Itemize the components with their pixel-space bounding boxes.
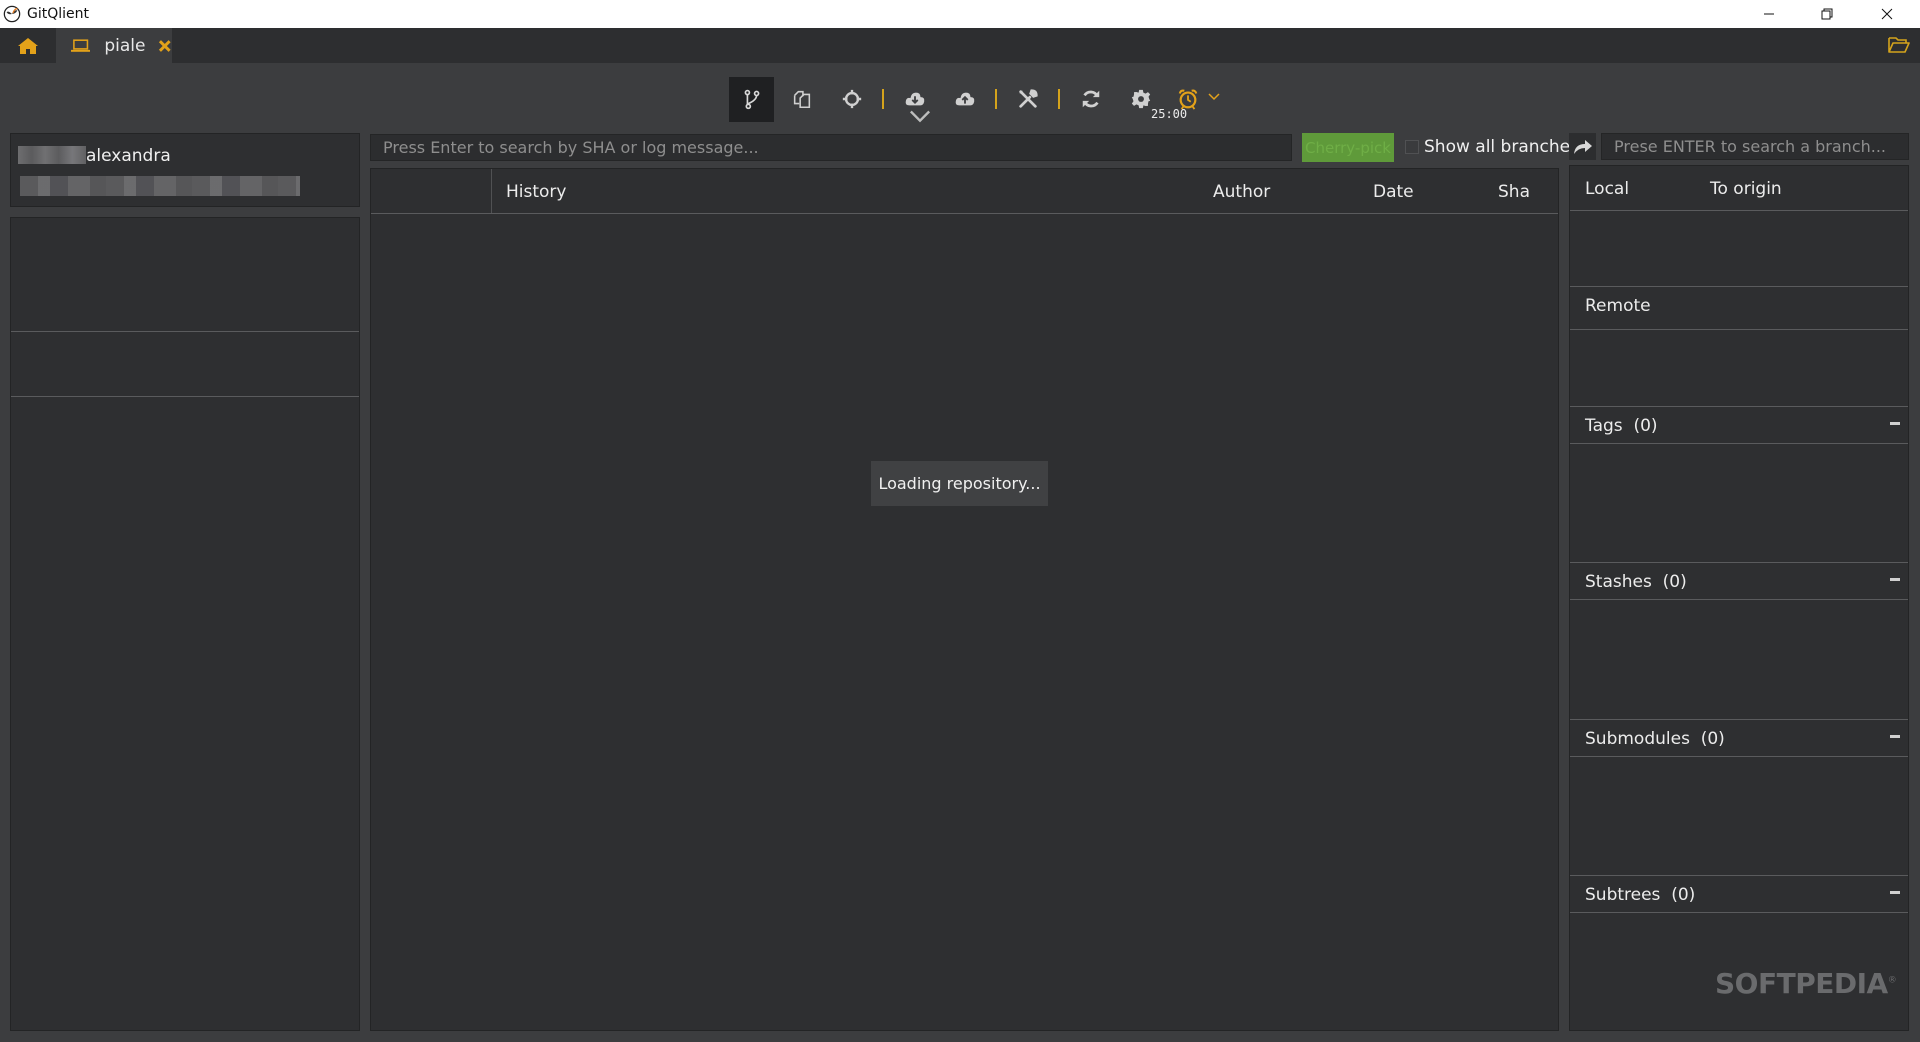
pomodoro-menu-chevron-icon[interactable] <box>1208 93 1220 101</box>
show-all-branches-label[interactable]: Show all branches <box>1424 137 1579 157</box>
section-divider <box>1570 912 1908 913</box>
subtrees-count: (0) <box>1671 884 1696 905</box>
section-divider <box>1570 443 1908 444</box>
close-icon <box>1881 8 1893 20</box>
submodules-count: (0) <box>1700 728 1725 749</box>
tab-bar: piale <box>0 28 1920 63</box>
remote-label: Remote <box>1585 295 1651 316</box>
collapse-tags-icon[interactable] <box>1890 422 1900 425</box>
branch-search-input[interactable] <box>1601 133 1909 160</box>
user-name: alexandra <box>86 146 171 166</box>
to-origin-header[interactable]: To origin <box>1710 179 1782 199</box>
history-table-header: History Author Date Sha <box>371 169 1558 213</box>
column-separator[interactable] <box>491 169 492 213</box>
watermark-registered-mark: ® <box>1887 975 1897 986</box>
close-button[interactable] <box>1858 0 1916 28</box>
chevron-down-icon[interactable] <box>909 106 931 128</box>
user-info-panel: alexandra <box>10 133 360 207</box>
go-to-head-button[interactable] <box>829 77 874 122</box>
home-icon <box>17 37 38 54</box>
collapse-stashes-icon[interactable] <box>1890 578 1900 581</box>
submodules-section-header[interactable]: Submodules (0) <box>1570 720 1908 757</box>
app-logo-icon <box>3 5 21 23</box>
section-divider <box>1570 599 1908 600</box>
gear-icon <box>1131 89 1150 109</box>
title-bar: GitQlient <box>0 0 1920 28</box>
collapse-subtrees-icon[interactable] <box>1890 891 1900 894</box>
minimize-button[interactable] <box>1740 0 1798 28</box>
collapse-submodules-icon[interactable] <box>1890 735 1900 738</box>
share-arrow-icon <box>1573 139 1592 154</box>
header-divider <box>371 213 1558 214</box>
history-search-input[interactable] <box>370 134 1292 161</box>
git-tools-button[interactable] <box>1005 77 1050 122</box>
stashes-section-header[interactable]: Stashes (0) <box>1570 563 1908 600</box>
pull-button[interactable] <box>892 77 937 122</box>
branch-jump-button[interactable] <box>1569 133 1596 160</box>
branches-view-button[interactable] <box>729 76 774 122</box>
tags-count: (0) <box>1633 415 1658 436</box>
section-divider <box>1570 756 1908 757</box>
minimize-icon <box>1764 13 1774 15</box>
subtrees-section-header[interactable]: Subtrees (0) <box>1570 876 1908 913</box>
section-divider <box>1570 329 1908 330</box>
git-branch-icon <box>744 89 759 110</box>
section-divider <box>11 396 359 397</box>
toolbar-separator <box>882 89 884 109</box>
diff-view-button[interactable] <box>779 77 824 122</box>
push-button[interactable] <box>942 77 987 122</box>
toolbar-separator <box>995 89 997 109</box>
cloud-upload-icon <box>955 92 974 106</box>
home-tab[interactable] <box>0 28 55 63</box>
maximize-button[interactable] <box>1798 0 1856 28</box>
obscured-user-prefix <box>18 146 86 164</box>
copy-files-icon <box>793 90 810 109</box>
subtrees-label: Subtrees <box>1585 884 1661 905</box>
tags-section-header[interactable]: Tags (0) <box>1570 407 1908 444</box>
stashes-count: (0) <box>1662 571 1687 592</box>
loading-message: Loading repository... <box>871 461 1048 506</box>
watermark-text: SOFTPEDIA <box>1715 967 1888 1000</box>
crosshair-icon <box>842 89 861 109</box>
close-tab-icon[interactable] <box>158 39 172 53</box>
toolbar-separator <box>1058 89 1060 109</box>
column-history[interactable]: History <box>506 182 566 202</box>
section-divider <box>11 331 359 332</box>
section-divider <box>1570 210 1908 211</box>
history-table: History Author Date Sha <box>370 168 1559 1031</box>
pomodoro-timer: 25:00 <box>1151 107 1188 121</box>
tools-icon <box>1018 89 1038 108</box>
softpedia-watermark: SOFTPEDIA® <box>1715 967 1897 1000</box>
tags-label: Tags <box>1585 415 1623 436</box>
stashes-label: Stashes <box>1585 571 1652 592</box>
cherry-pick-button[interactable]: Cherry-pick <box>1302 133 1394 162</box>
column-date[interactable]: Date <box>1373 182 1414 202</box>
remote-branches-header[interactable]: Remote <box>1570 287 1908 324</box>
column-sha[interactable]: Sha <box>1498 182 1530 202</box>
commit-info-panel <box>10 217 360 1031</box>
tab-label: piale <box>104 35 146 56</box>
local-branches-header[interactable]: Local <box>1585 179 1629 199</box>
main-toolbar <box>729 76 1220 122</box>
obscured-user-email <box>20 176 300 196</box>
show-all-branches-checkbox[interactable] <box>1405 140 1419 154</box>
folder-open-icon[interactable] <box>1888 35 1910 55</box>
laptop-icon <box>71 38 91 52</box>
refresh-icon <box>1082 90 1099 108</box>
branches-panel: Local To origin Remote Tags (0) Stashes … <box>1569 165 1909 1031</box>
app-title: GitQlient <box>27 6 90 22</box>
column-author[interactable]: Author <box>1213 182 1270 202</box>
tab-repo[interactable]: piale <box>56 28 172 63</box>
restore-icon <box>1821 8 1833 20</box>
refresh-button[interactable] <box>1068 77 1113 122</box>
submodules-label: Submodules <box>1585 728 1690 749</box>
